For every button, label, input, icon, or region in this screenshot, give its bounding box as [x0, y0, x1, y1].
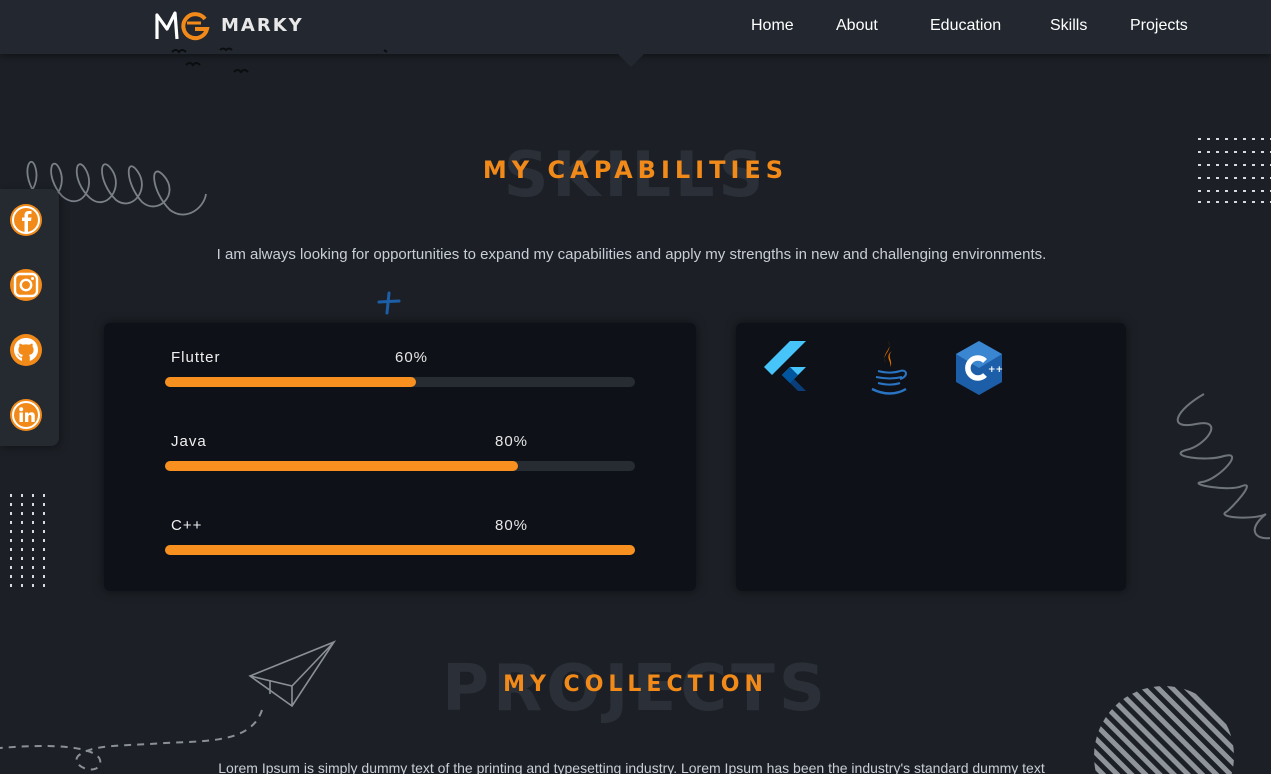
- skill-name: Java: [171, 433, 207, 450]
- skill-name: Flutter: [171, 349, 221, 366]
- nav-home[interactable]: Home: [751, 17, 794, 35]
- skill-progress-track: [165, 545, 635, 555]
- nav-education[interactable]: Education: [930, 17, 1001, 35]
- birds-decoration: [171, 47, 388, 74]
- instagram-icon: [13, 272, 39, 298]
- skill-percent: 80%: [495, 517, 529, 534]
- skills-section-description: I am always looking for opportunities to…: [216, 246, 1047, 263]
- linkedin-icon: [12, 401, 40, 429]
- zigzag-squiggle-decoration: [1176, 393, 1271, 540]
- mg-logo-icon: [155, 11, 210, 41]
- nav-skills[interactable]: Skills: [1050, 17, 1087, 35]
- nav-projects[interactable]: Projects: [1130, 17, 1188, 35]
- brand-logo[interactable]: MARKY: [155, 9, 304, 41]
- skill-progress-fill: [165, 461, 518, 471]
- cplusplus-icon[interactable]: ++: [952, 339, 1006, 397]
- brand-name: MARKY: [221, 14, 304, 36]
- nav-active-indicator: [618, 54, 644, 67]
- skill-progress-fill: [165, 545, 635, 555]
- skill-progress-track: [165, 461, 635, 471]
- github-link[interactable]: [10, 334, 42, 366]
- java-icon[interactable]: [860, 339, 914, 397]
- skill-name: C++: [171, 517, 203, 534]
- skill-progress-track: [165, 377, 635, 387]
- social-sidebar: [0, 189, 59, 446]
- github-icon: [14, 338, 38, 361]
- skill-progress-fill: [165, 377, 417, 387]
- flutter-icon[interactable]: [758, 339, 812, 397]
- skill-percent: 80%: [495, 433, 529, 450]
- linkedin-link[interactable]: [10, 399, 42, 431]
- nav-about[interactable]: About: [836, 17, 878, 35]
- tech-icons-card: ++: [736, 323, 1126, 591]
- skills-progress-card: Flutter 60% Java 80% C++ 80%: [104, 323, 696, 591]
- skill-percent: 60%: [395, 349, 429, 366]
- projects-section-title: MY COLLECTION: [503, 672, 768, 697]
- projects-section-description: Lorem Ipsum is simply dummy text of the …: [218, 760, 1045, 774]
- skills-section-title: MY CAPABILITIES: [482, 156, 789, 184]
- plus-decoration: [377, 291, 401, 315]
- svg-text:++: ++: [988, 365, 1003, 375]
- dot-column-decoration: [10, 494, 45, 592]
- instagram-link[interactable]: [10, 269, 42, 301]
